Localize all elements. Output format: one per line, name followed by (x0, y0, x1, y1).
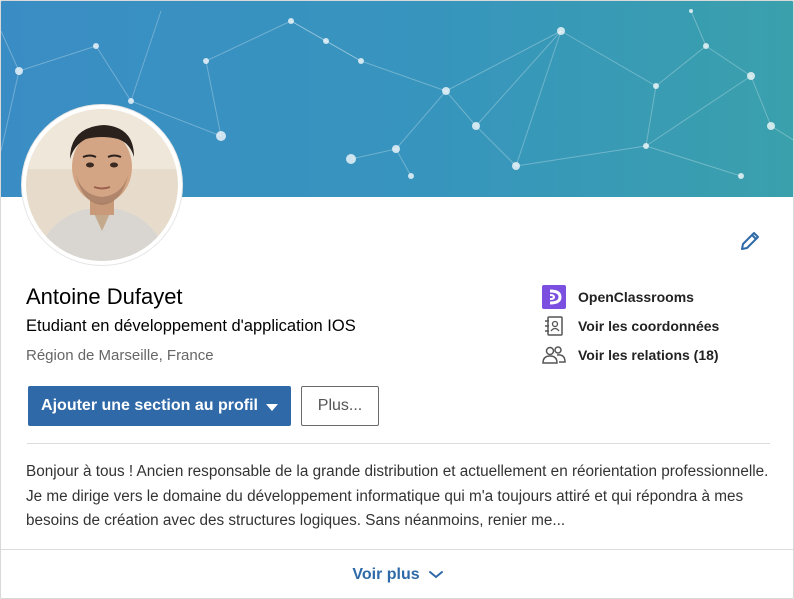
profile-headline: Etudiant en développement d'application … (26, 317, 356, 335)
profile-summary: Bonjour à tous ! Ancien responsable de l… (26, 463, 769, 529)
people-icon (541, 343, 566, 367)
contact-info-label: Voir les coordonnées (578, 318, 720, 334)
profile-card: Antoine Dufayet Etudiant en développemen… (0, 0, 794, 599)
profile-location: Région de Marseille, France (26, 347, 214, 364)
more-button[interactable]: Plus... (301, 386, 379, 426)
connections-label: Voir les relations (18) (578, 347, 719, 363)
profile-side-links: OpenClassrooms Voir les coordonnées Voir… (541, 285, 781, 372)
edit-profile-button[interactable] (736, 227, 764, 255)
openclassrooms-logo-icon (541, 285, 566, 309)
caret-down-icon (265, 403, 278, 411)
profile-photo (26, 109, 178, 261)
profile-name: Antoine Dufayet (26, 284, 183, 309)
add-profile-section-button[interactable]: Ajouter une section au profil (28, 386, 291, 426)
company-link[interactable]: OpenClassrooms (541, 285, 781, 309)
section-divider (27, 443, 770, 444)
profile-avatar[interactable] (22, 105, 182, 265)
contact-info-link[interactable]: Voir les coordonnées (541, 314, 781, 338)
chevron-down-icon (428, 571, 443, 579)
connections-link[interactable]: Voir les relations (18) (541, 343, 781, 367)
see-more-button[interactable]: Voir plus (1, 550, 793, 598)
company-name: OpenClassrooms (578, 289, 694, 305)
see-more-label: Voir plus (352, 566, 420, 583)
address-book-icon (541, 314, 566, 338)
add-profile-section-label: Ajouter une section au profil (41, 397, 258, 414)
pencil-icon (741, 232, 759, 250)
